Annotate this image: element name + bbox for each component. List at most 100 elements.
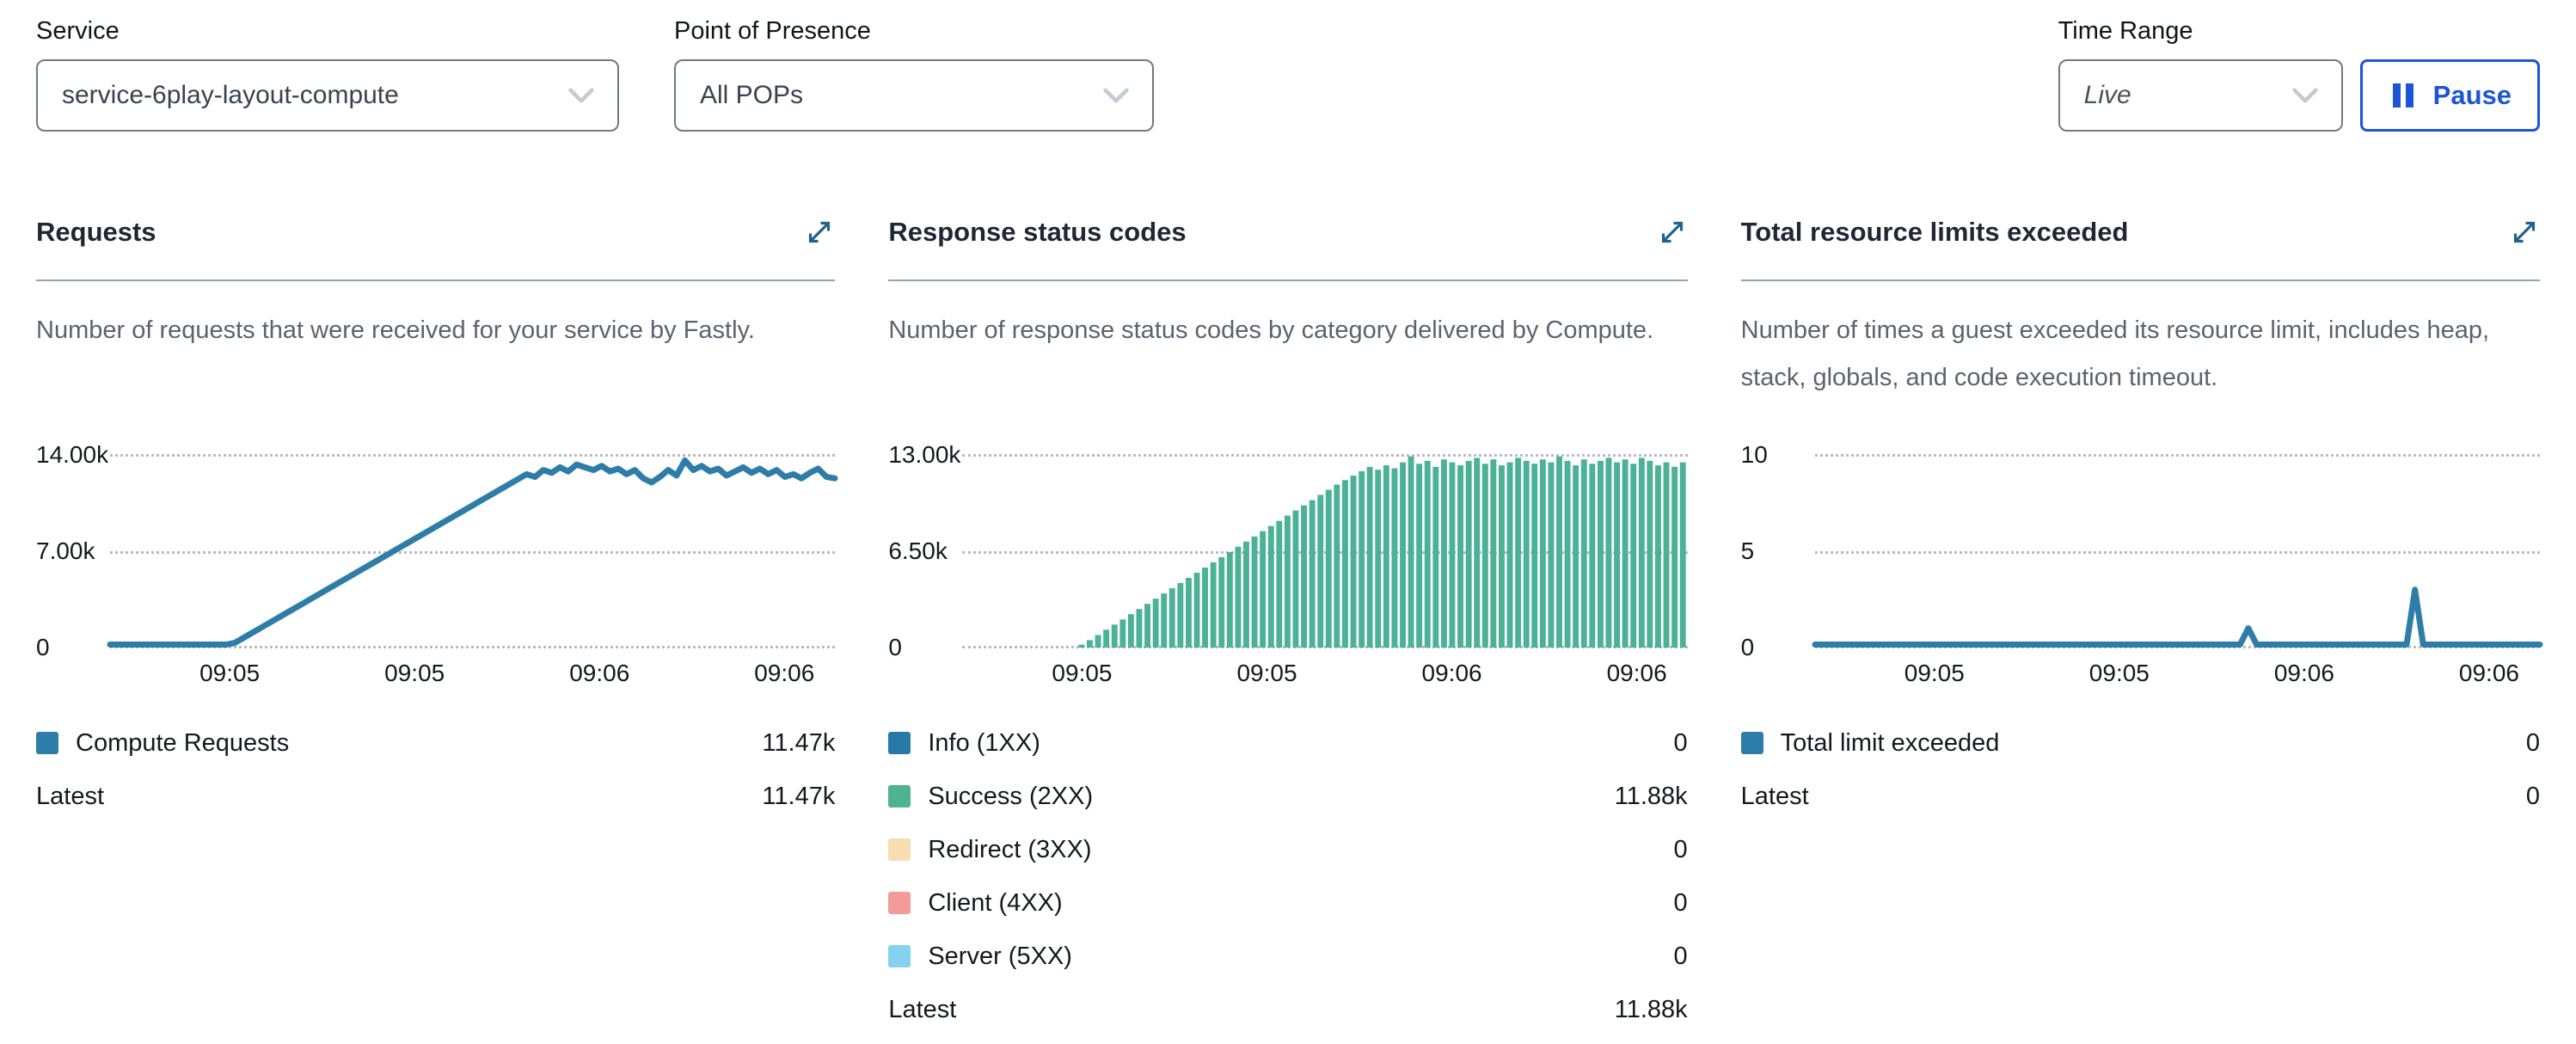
x-tick-label: 09:05 [1236, 660, 1297, 687]
panels-row: Requests Number of requests that were re… [0, 214, 2576, 1036]
pause-icon [2389, 80, 2418, 111]
legend-label: Redirect (3XX) [928, 836, 1673, 864]
legend-value: 0 [1674, 836, 1688, 864]
x-tick-label: 09:05 [1904, 660, 1965, 687]
legend-label: Success (2XX) [928, 783, 1614, 811]
time-range-select[interactable]: Live [2058, 59, 2343, 132]
y-tick-label: 13.00k [888, 441, 960, 469]
legend-swatch [888, 732, 911, 754]
x-tick-label: 09:05 [384, 660, 445, 687]
divider [888, 279, 1687, 281]
legend-label: Total limit exceeded [1781, 729, 2526, 758]
legend-swatch [888, 838, 911, 861]
legend-swatch [36, 732, 58, 754]
legend-item-total-limit-exceeded[interactable]: Total limit exceeded 0 [1741, 716, 2540, 770]
time-range-select-value: Live [2084, 81, 2131, 110]
divider [1741, 279, 2540, 281]
expand-icon[interactable] [804, 217, 835, 248]
x-tick-label: 09:05 [2089, 660, 2150, 687]
legend-item-client-4xx[interactable]: Client (4XX) 0 [888, 876, 1687, 930]
legend-swatch [888, 785, 911, 808]
service-select[interactable]: service-6play-layout-compute [36, 59, 619, 132]
chart-response-status-codes: 13.00k 6.50k 0 09:05 09:05 09:06 09:06 [888, 455, 1687, 697]
legend-label: Compute Requests [76, 729, 762, 758]
panel-title: Requests [36, 217, 156, 248]
y-axis: 14.00k 7.00k 0 [36, 455, 110, 648]
legend-swatch [1741, 732, 1763, 754]
x-axis: 09:05 09:05 09:06 09:06 [110, 660, 835, 697]
legend-item-info-1xx[interactable]: Info (1XX) 0 [888, 716, 1687, 770]
legend: Info (1XX) 0 Success (2XX) 11.88k Redire… [888, 716, 1687, 1036]
panel-description: Number of response status codes by categ… [888, 307, 1687, 403]
legend-value: 11.47k [762, 729, 835, 758]
legend-value: 11.88k [1615, 996, 1688, 1024]
legend-value: 0 [2526, 729, 2540, 758]
panel-description: Number of times a guest exceeded its res… [1741, 307, 2540, 403]
service-select-value: service-6play-layout-compute [62, 81, 399, 110]
y-tick-label: 14.00k [36, 441, 108, 469]
divider [36, 279, 835, 281]
panel-total-resource-limits: Total resource limits exceeded Number of… [1741, 214, 2540, 1036]
pause-button[interactable]: Pause [2360, 59, 2540, 132]
panel-title: Response status codes [888, 217, 1186, 248]
expand-icon[interactable] [1657, 217, 1688, 248]
chevron-down-icon [567, 87, 595, 104]
legend-value: 0 [1674, 729, 1688, 758]
expand-icon[interactable] [2509, 217, 2540, 248]
chart-requests: 14.00k 7.00k 0 09:05 09:05 09:06 09:06 [36, 455, 835, 697]
y-tick-label: 0 [36, 634, 50, 661]
legend: Total limit exceeded 0 Latest 0 [1741, 716, 2540, 823]
pause-button-label: Pause [2433, 80, 2512, 111]
legend-item-latest: Latest 11.88k [888, 983, 1687, 1036]
legend-swatch [888, 892, 911, 914]
panel-requests: Requests Number of requests that were re… [36, 214, 835, 1036]
x-tick-label: 09:06 [2274, 660, 2334, 687]
x-tick-label: 09:06 [2459, 660, 2519, 687]
plot-area [110, 455, 835, 648]
pop-label: Point of Presence [674, 17, 1154, 46]
plot-area [1815, 455, 2540, 648]
chevron-down-icon [2291, 87, 2319, 104]
legend-value: 11.47k [762, 783, 835, 811]
legend-label: Info (1XX) [928, 729, 1673, 758]
x-tick-label: 09:06 [754, 660, 814, 687]
y-axis: 10 5 0 [1741, 455, 1815, 648]
legend-item-latest: Latest 0 [1741, 770, 2540, 823]
legend-label: Latest [1741, 783, 2526, 811]
time-range-label: Time Range [2058, 17, 2540, 46]
controls-bar: Service service-6play-layout-compute Poi… [0, 0, 2576, 132]
service-control: Service service-6play-layout-compute [36, 17, 619, 132]
legend-item-success-2xx[interactable]: Success (2XX) 11.88k [888, 770, 1687, 823]
y-tick-label: 0 [888, 634, 902, 661]
legend-value: 0 [1674, 943, 1688, 971]
legend-item-redirect-3xx[interactable]: Redirect (3XX) 0 [888, 823, 1687, 876]
panel-description: Number of requests that were received fo… [36, 307, 835, 403]
legend-label: Latest [36, 783, 762, 811]
legend-value: 0 [2526, 783, 2540, 811]
pop-control: Point of Presence All POPs [674, 17, 1154, 132]
legend-label: Client (4XX) [928, 889, 1673, 918]
x-tick-label: 09:05 [1052, 660, 1112, 687]
time-range-control: Time Range Live Pause [2058, 17, 2540, 132]
y-tick-label: 0 [1741, 634, 1755, 661]
x-axis: 09:05 09:05 09:06 09:06 [1815, 660, 2540, 697]
x-tick-label: 09:06 [1607, 660, 1667, 687]
legend-label: Server (5XX) [928, 943, 1673, 971]
legend-item-compute-requests[interactable]: Compute Requests 11.47k [36, 716, 835, 770]
y-tick-label: 5 [1741, 537, 1755, 565]
y-tick-label: 7.00k [36, 537, 95, 565]
x-axis: 09:05 09:05 09:06 09:06 [962, 660, 1687, 697]
legend-value: 11.88k [1615, 783, 1688, 811]
legend-item-server-5xx[interactable]: Server (5XX) 0 [888, 930, 1687, 983]
service-label: Service [36, 17, 619, 46]
y-tick-label: 10 [1741, 441, 1768, 469]
pop-select-value: All POPs [700, 81, 803, 110]
plot-area [962, 455, 1687, 648]
panel-response-status-codes: Response status codes Number of response… [888, 214, 1687, 1036]
panel-title: Total resource limits exceeded [1741, 217, 2129, 248]
x-tick-label: 09:06 [569, 660, 629, 687]
pop-select[interactable]: All POPs [674, 59, 1154, 132]
legend: Compute Requests 11.47k Latest 11.47k [36, 716, 835, 823]
x-tick-label: 09:05 [199, 660, 260, 687]
legend-value: 0 [1674, 889, 1688, 918]
